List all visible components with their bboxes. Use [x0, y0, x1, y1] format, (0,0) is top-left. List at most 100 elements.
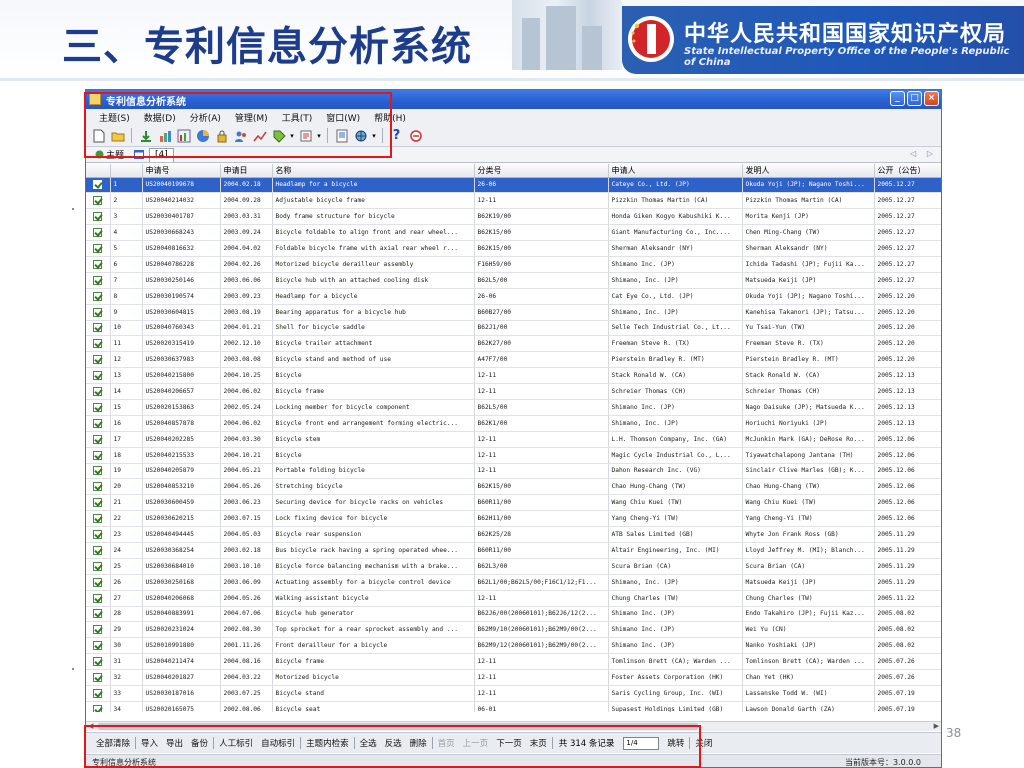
import-button[interactable]: 导入 — [137, 737, 162, 749]
column-header[interactable] — [86, 164, 111, 178]
auto-index-button[interactable]: 自动标引 — [257, 737, 299, 749]
table-row[interactable]: 23 US20040494445 2004.05.03 Bicycle rear su… — [86, 526, 941, 543]
checked-checkbox-icon[interactable] — [93, 323, 103, 333]
table-row[interactable]: 32 US20040201827 2004.03.22 Motorized bicyc… — [86, 669, 941, 686]
table-row[interactable]: 31 US20040211474 2004.08.16 Bicycle frame 12… — [86, 653, 941, 671]
menu-topic[interactable]: 主题(S) — [92, 111, 137, 124]
maximize-button[interactable]: □ — [907, 91, 922, 106]
row-checkbox-cell[interactable] — [86, 606, 111, 623]
checked-checkbox-icon[interactable] — [93, 196, 103, 206]
checked-checkbox-icon[interactable] — [93, 577, 103, 587]
select-all-button[interactable]: 全选 — [356, 737, 381, 749]
row-checkbox-cell[interactable] — [86, 351, 111, 369]
filter-icon[interactable] — [297, 127, 314, 144]
table-row[interactable]: 28 US20040883991 2004.07.06 Bicycle hub gen… — [86, 606, 941, 623]
in-topic-search-button[interactable]: 主题内检索 — [302, 737, 353, 749]
checked-checkbox-icon[interactable] — [93, 514, 103, 524]
checked-checkbox-icon[interactable] — [93, 371, 103, 381]
checked-checkbox-icon[interactable] — [93, 530, 103, 540]
checked-checkbox-icon[interactable] — [93, 402, 103, 412]
row-checkbox-cell[interactable] — [86, 240, 111, 257]
checked-checkbox-icon[interactable] — [93, 641, 103, 651]
row-checkbox-cell[interactable] — [86, 320, 111, 337]
tab-record-set[interactable]: [4] — [149, 147, 174, 162]
table-row[interactable]: 14 US20040206657 2004.06.02 Bicycle frame 12… — [86, 383, 941, 400]
scrollbar-thumb[interactable] — [98, 723, 698, 730]
invert-selection-button[interactable]: 反选 — [381, 737, 406, 749]
checked-checkbox-icon[interactable] — [93, 688, 103, 698]
row-checkbox-cell[interactable] — [86, 272, 111, 289]
row-checkbox-cell[interactable] — [86, 621, 111, 639]
scroll-left-arrow-icon[interactable]: ◀ — [88, 722, 93, 730]
table-row[interactable]: 30 US20010991880 2001.11.26 Front derailleu… — [86, 637, 941, 655]
dropdown-arrow-icon[interactable]: ▾ — [371, 127, 377, 144]
row-checkbox-cell[interactable] — [86, 256, 111, 273]
lock-search-icon[interactable] — [213, 127, 230, 144]
table-row[interactable]: 21 US20030600459 2003.06.23 Securing device… — [86, 494, 941, 512]
delete-button[interactable]: 删除 — [406, 737, 431, 749]
close-button[interactable]: × — [924, 91, 939, 106]
row-checkbox-cell[interactable] — [86, 669, 111, 686]
row-checkbox-cell[interactable] — [86, 526, 111, 543]
checked-checkbox-icon[interactable] — [93, 291, 103, 301]
tab-window-icon[interactable] — [129, 148, 149, 162]
row-checkbox-cell[interactable] — [86, 192, 111, 210]
horizontal-scrollbar[interactable]: ◀ ▶ — [86, 721, 941, 731]
checked-checkbox-icon[interactable] — [93, 355, 103, 365]
row-checkbox-cell[interactable] — [86, 383, 111, 400]
report-icon[interactable] — [333, 127, 350, 144]
checked-checkbox-icon[interactable] — [93, 609, 103, 619]
row-checkbox-cell[interactable] — [86, 494, 111, 512]
checked-checkbox-icon[interactable] — [93, 259, 103, 269]
row-checkbox-cell[interactable] — [86, 478, 111, 496]
table-row[interactable]: 29 US20020231024 2002.08.30 Top sprocket fo… — [86, 621, 941, 639]
row-checkbox-cell[interactable] — [86, 701, 111, 712]
table-row[interactable]: 22 US20030620215 2003.07.15 Lock fixing dev… — [86, 510, 941, 528]
menu-data[interactable]: 数据(D) — [137, 111, 183, 124]
user-group-icon[interactable] — [232, 127, 249, 144]
next-page-button[interactable]: 下一页 — [492, 737, 526, 749]
table-row[interactable]: 3 US20030401787 2003.03.31 Body frame struc… — [86, 208, 941, 226]
menu-window[interactable]: 窗口(W) — [319, 111, 367, 124]
backup-button[interactable]: 备份 — [187, 737, 212, 749]
checked-checkbox-icon[interactable] — [93, 482, 103, 492]
column-header-application-number[interactable]: 申请号 — [142, 164, 221, 178]
chart-icon[interactable] — [156, 127, 173, 144]
network-icon[interactable] — [352, 127, 369, 144]
stop-icon[interactable] — [407, 127, 424, 144]
scroll-right-arrow-icon[interactable]: ▶ — [934, 722, 939, 730]
checked-checkbox-icon[interactable] — [93, 545, 103, 555]
row-checkbox-cell[interactable] — [86, 510, 111, 528]
row-checkbox-cell[interactable] — [86, 208, 111, 226]
jump-button[interactable]: 跳转 — [663, 737, 688, 749]
checked-checkbox-icon[interactable] — [93, 387, 103, 397]
checked-checkbox-icon[interactable] — [93, 339, 103, 349]
table-row[interactable]: 5 US20040816632 2004.04.02 Foldable bicycle… — [86, 240, 941, 257]
bar-chart-icon[interactable] — [175, 127, 192, 144]
checked-checkbox-icon[interactable] — [93, 673, 103, 683]
row-checkbox-cell[interactable] — [86, 685, 111, 702]
row-checkbox-cell[interactable] — [86, 431, 111, 448]
menu-tools[interactable]: 工具(T) — [275, 111, 320, 124]
page-number-input[interactable] — [623, 736, 660, 750]
checked-checkbox-icon[interactable] — [93, 561, 103, 571]
close-bar-button[interactable]: 关闭 — [691, 737, 716, 749]
row-checkbox-cell[interactable] — [86, 590, 111, 607]
new-document-icon[interactable] — [90, 127, 107, 144]
row-checkbox-cell[interactable] — [86, 463, 111, 480]
export-button[interactable]: 导出 — [162, 737, 187, 749]
import-icon[interactable] — [137, 127, 154, 144]
dropdown-arrow-icon[interactable]: ▾ — [316, 127, 322, 144]
clear-all-button[interactable]: 全部清除 — [92, 737, 134, 749]
table-row[interactable]: 7 US20030250146 2003.06.06 Bicycle hub with… — [86, 272, 941, 289]
minimize-button[interactable]: _ — [890, 91, 905, 106]
table-row[interactable]: 1 US20040199678 2004.02.18 Headlamp for a b… — [86, 177, 941, 194]
row-checkbox-cell[interactable] — [86, 637, 111, 655]
table-row[interactable]: 2 US20040214032 2004.09.28 Adjustable bicyc… — [86, 192, 941, 210]
table-row[interactable]: 13 US20040215800 2004.10.25 Bicycle 12-11 Sta… — [86, 367, 941, 385]
column-header-application-date[interactable]: 申请日 — [220, 164, 273, 178]
row-checkbox-cell[interactable] — [86, 224, 111, 242]
row-checkbox-cell[interactable] — [86, 304, 111, 321]
table-row[interactable]: 16 US20040857878 2004.06.02 Bicycle front e… — [86, 415, 941, 432]
row-checkbox-cell[interactable] — [86, 399, 111, 416]
